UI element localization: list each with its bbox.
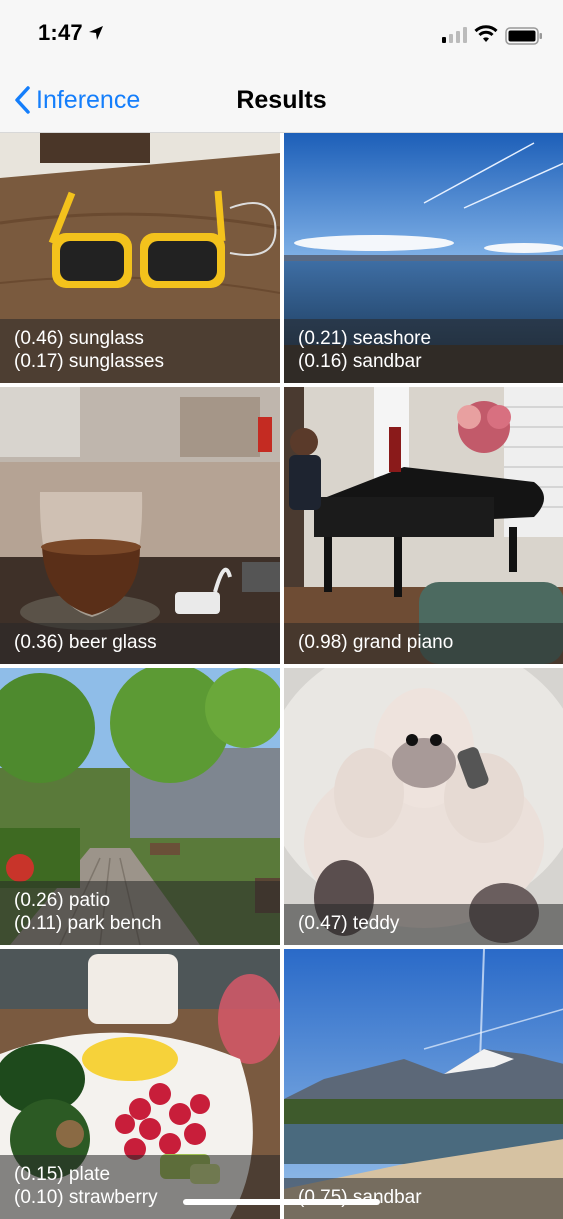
prediction-label: (0.16) sandbar <box>298 351 422 372</box>
result-cell-plate[interactable]: (0.15) plate (0.10) strawberry <box>0 949 280 1219</box>
result-cell-grand-piano[interactable]: (0.98) grand piano <box>284 387 563 664</box>
result-cell-teddy[interactable]: (0.47) teddy <box>284 668 563 945</box>
prediction-label: (0.98) grand piano <box>298 632 454 653</box>
cellular-signal-icon <box>442 27 467 43</box>
result-caption: (0.36) beer glass <box>0 623 280 664</box>
result-cell-seashore[interactable]: (0.21) seashore (0.16) sandbar <box>284 133 563 383</box>
result-caption: (0.98) grand piano <box>284 623 563 664</box>
prediction-label: (0.11) park bench <box>14 913 162 934</box>
battery-icon <box>505 27 542 45</box>
prediction-label: (0.75) sandbar <box>298 1187 422 1208</box>
result-cell-beer-glass[interactable]: (0.36) beer glass <box>0 387 280 664</box>
navigation-bar: Inference Results <box>0 68 563 133</box>
result-cell-sunglasses[interactable]: (0.46) sunglass (0.17) sunglasses <box>0 133 280 383</box>
result-caption: (0.47) teddy <box>284 904 563 945</box>
prediction-label: (0.17) sunglasses <box>14 351 164 372</box>
home-indicator[interactable] <box>183 1199 380 1205</box>
prediction-label: (0.26) patio <box>14 890 111 911</box>
wifi-icon <box>474 25 498 42</box>
status-bar: 1:47 <box>0 0 563 68</box>
result-cell-patio[interactable]: (0.26) patio (0.11) park bench <box>0 668 280 945</box>
result-caption: (0.26) patio (0.11) park bench <box>0 881 280 945</box>
prediction-label: (0.36) beer glass <box>14 632 157 653</box>
result-caption: (0.46) sunglass (0.17) sunglasses <box>0 319 280 383</box>
prediction-label: (0.15) plate <box>14 1164 111 1185</box>
prediction-label: (0.47) teddy <box>298 913 400 934</box>
prediction-label: (0.21) seashore <box>298 328 432 349</box>
result-caption: (0.15) plate (0.10) strawberry <box>0 1155 280 1219</box>
result-caption: (0.21) seashore (0.16) sandbar <box>284 319 563 383</box>
page-title: Results <box>236 86 327 114</box>
prediction-label: (0.10) strawberry <box>14 1187 158 1208</box>
prediction-label: (0.46) sunglass <box>14 328 144 349</box>
result-cell-sandbar[interactable]: (0.75) sandbar <box>284 949 563 1219</box>
status-time: 1:47 <box>38 20 83 45</box>
location-arrow-icon <box>89 26 103 40</box>
